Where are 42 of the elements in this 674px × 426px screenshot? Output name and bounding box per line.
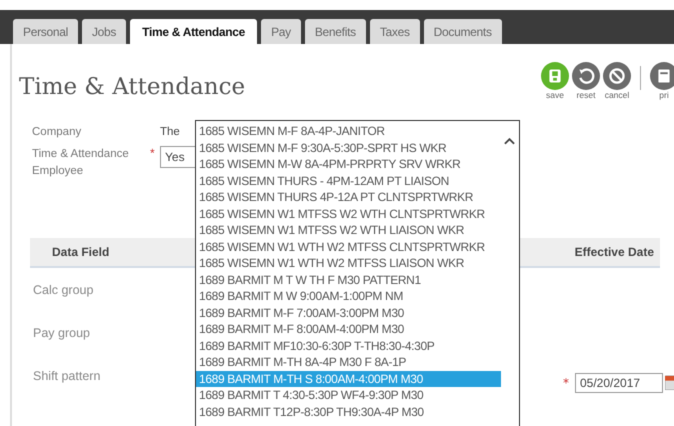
dropdown-option[interactable]: 1685 WISEMN THURS 4P-12A PT CLNTSPRTWRKR: [196, 189, 501, 206]
tab[interactable]: Pay: [261, 19, 301, 44]
save-button[interactable]: save: [541, 62, 569, 100]
dropdown-option[interactable]: 1685 WISEMN THURS - 4PM-12AM PT LIAISON: [196, 172, 501, 189]
dropdown-option[interactable]: 1689 BARMIT M W 9:00AM-1:00PM NM: [196, 288, 501, 304]
reset-button[interactable]: reset: [572, 62, 600, 100]
page-title: Time & Attendance: [19, 74, 246, 100]
dropdown-option[interactable]: 1685 WISEMN W1 MTFSS W2 WTH LIAISON WKR: [196, 222, 501, 238]
dropdown-option[interactable]: 1685 WISEMN W1 WTH W2 MTFSS LIAISON WKR: [196, 255, 501, 272]
scroll-up-icon[interactable]: [504, 137, 515, 145]
column-header: Data Field: [51, 245, 110, 259]
dropdown-option[interactable]: 1689 BARMIT M-TH 8A-4P M30 F 8A-1P: [196, 354, 501, 370]
dropdown-option[interactable]: 1689 BARMIT T12P-8:30P TH9:30A-4P M30: [196, 404, 501, 420]
cancel-icon: [603, 62, 631, 90]
row-label: Pay group: [32, 326, 90, 340]
tab[interactable]: Benefits: [304, 19, 366, 44]
dropdown-option[interactable]: 1689 BARMIT T 4:30-5:30P WF4-9:30P M30: [196, 387, 501, 404]
dropdown-option[interactable]: 1685 WISEMN M-F 8A-4P-JANITOR: [196, 123, 501, 140]
tab[interactable]: Documents: [424, 19, 502, 44]
required-mark: *: [563, 376, 570, 390]
required-mark: *: [150, 146, 156, 160]
save-icon: [541, 62, 569, 90]
dropdown-option[interactable]: 1689 BARMIT M-F 8:00AM-4:00PM M30: [196, 321, 501, 338]
tab[interactable]: Taxes: [370, 19, 420, 44]
company-value: The: [160, 126, 180, 138]
column-header: Effective Date: [574, 245, 655, 259]
tab[interactable]: Jobs: [82, 19, 126, 44]
print-button[interactable]: pri: [650, 62, 674, 100]
company-label: Company: [32, 126, 82, 138]
dropdown-option[interactable]: 1689 BARMIT MF10:30-6:30P T-TH8:30-4:30P: [196, 338, 501, 354]
employee-label: Time & Attendance Employee: [32, 147, 130, 179]
reset-icon: [572, 62, 600, 90]
dropdown-option[interactable]: 1689 BARMIT M T W TH F M30 PATTERN1: [196, 272, 501, 288]
dropdown-option[interactable]: 1685 WISEMN W1 WTH W2 MTFSS CLNTSPRTWRKR: [196, 238, 501, 255]
tab[interactable]: Personal: [13, 19, 78, 44]
row-label: Calc group: [32, 282, 94, 296]
cancel-button[interactable]: cancel: [603, 62, 631, 100]
dropdown-option[interactable]: 1689 BARMIT M-F 7:00AM-3:00PM M30: [196, 304, 501, 321]
dropdown-option[interactable]: 1685 WISEMN W1 MTFSS W2 WTH CLNTSPRTWRKR: [196, 206, 501, 222]
tab[interactable]: Time & Attendance: [130, 19, 258, 44]
date-field[interactable]: 05/20/2017: [575, 372, 663, 392]
row-label: Shift pattern: [32, 368, 100, 382]
